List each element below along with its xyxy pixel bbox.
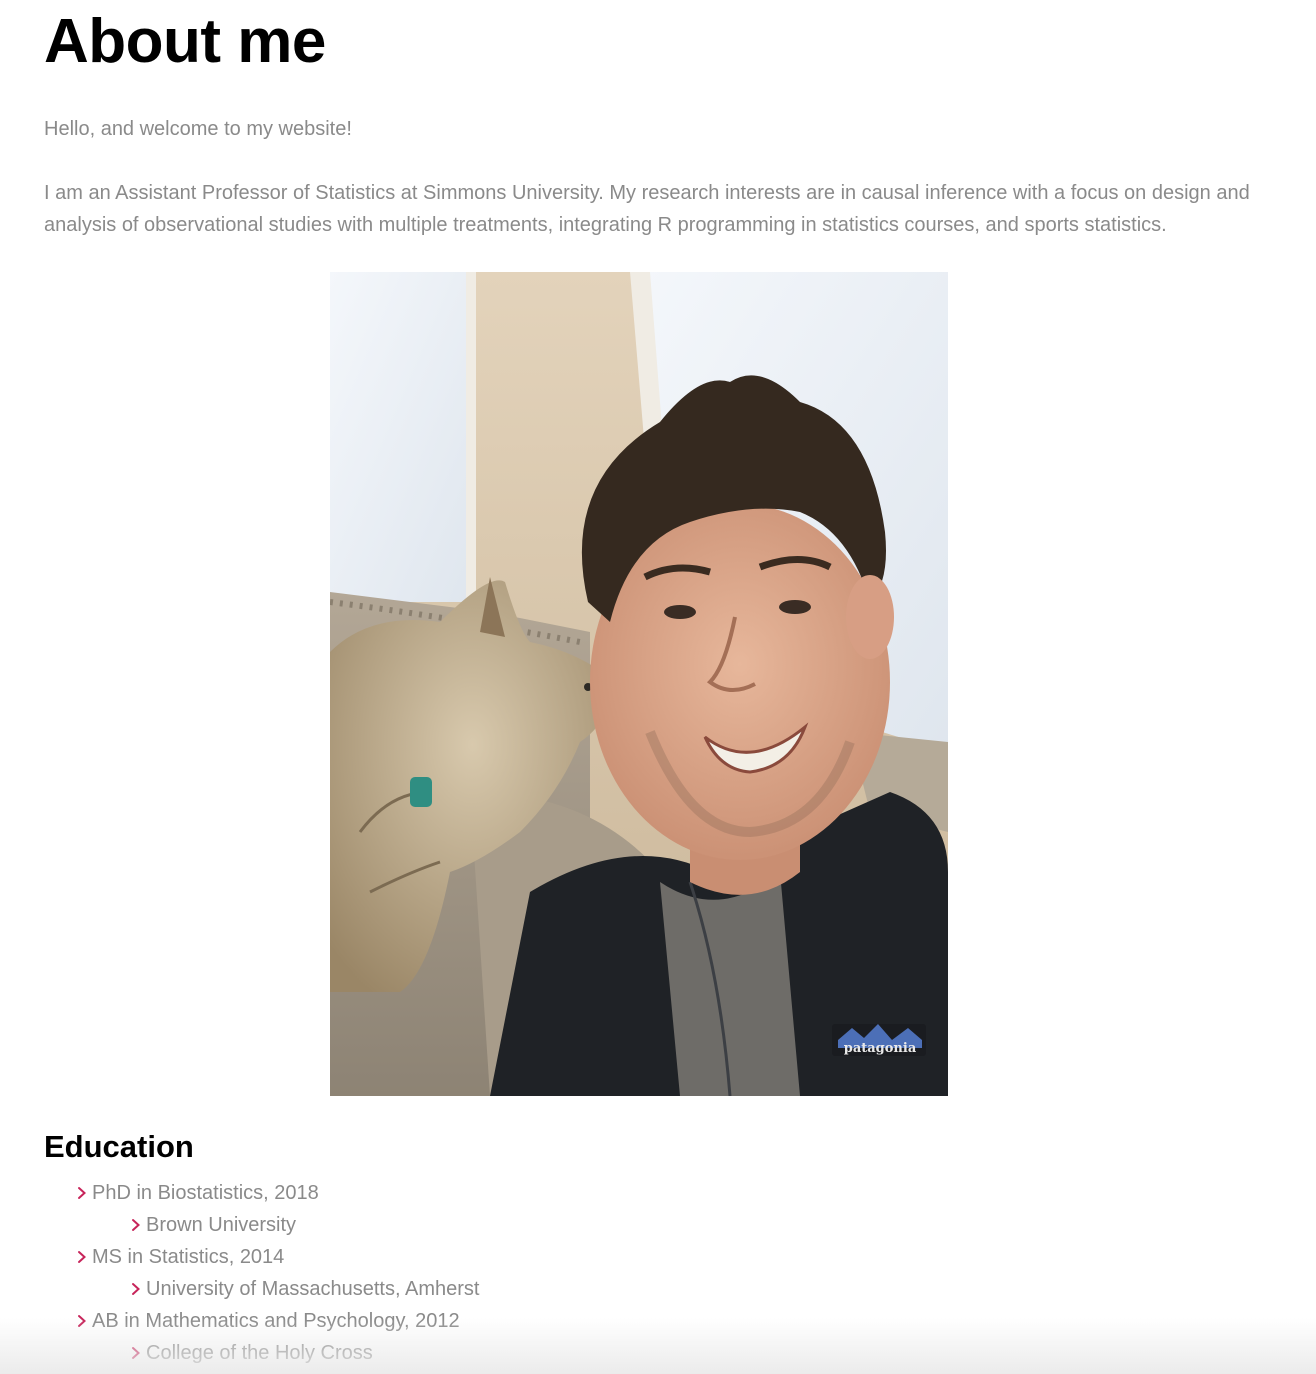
chevron-right-icon	[132, 1219, 140, 1231]
greeting-text: Hello, and welcome to my website!	[44, 118, 352, 140]
list-item: Brown University	[74, 1209, 479, 1241]
chevron-right-icon	[78, 1315, 86, 1327]
list-item: PhD in Biostatistics, 2018	[74, 1177, 479, 1209]
list-item: MS in Statistics, 2014	[74, 1241, 479, 1273]
list-item: College of the Holy Cross	[74, 1337, 479, 1369]
about-section: About me Hello, and welcome to my websit…	[44, 0, 1304, 241]
chevron-right-icon	[132, 1347, 140, 1359]
education-heading: Education	[44, 1129, 194, 1164]
education-school: College of the Holy Cross	[146, 1342, 373, 1364]
bio-text: I am an Assistant Professor of Statistic…	[44, 182, 1250, 236]
education-list: PhD in Biostatistics, 2018 Brown Univers…	[74, 1177, 479, 1369]
education-degree: MS in Statistics, 2014	[92, 1246, 285, 1268]
education-degree: AB in Mathematics and Psychology, 2012	[92, 1310, 460, 1332]
list-item: AB in Mathematics and Psychology, 2012	[74, 1305, 479, 1337]
chevron-right-icon	[132, 1283, 140, 1295]
chevron-right-icon	[78, 1187, 86, 1199]
education-school: Brown University	[146, 1214, 297, 1236]
list-item: University of Massachusetts, Amherst	[74, 1273, 479, 1305]
chevron-right-icon	[78, 1251, 86, 1263]
shirt-logo-text: patagonia	[844, 1041, 917, 1056]
page-title: About me	[44, 7, 326, 76]
profile-photo: patagonia	[330, 272, 948, 1096]
education-school: University of Massachusetts, Amherst	[146, 1278, 480, 1300]
education-degree: PhD in Biostatistics, 2018	[92, 1182, 319, 1204]
